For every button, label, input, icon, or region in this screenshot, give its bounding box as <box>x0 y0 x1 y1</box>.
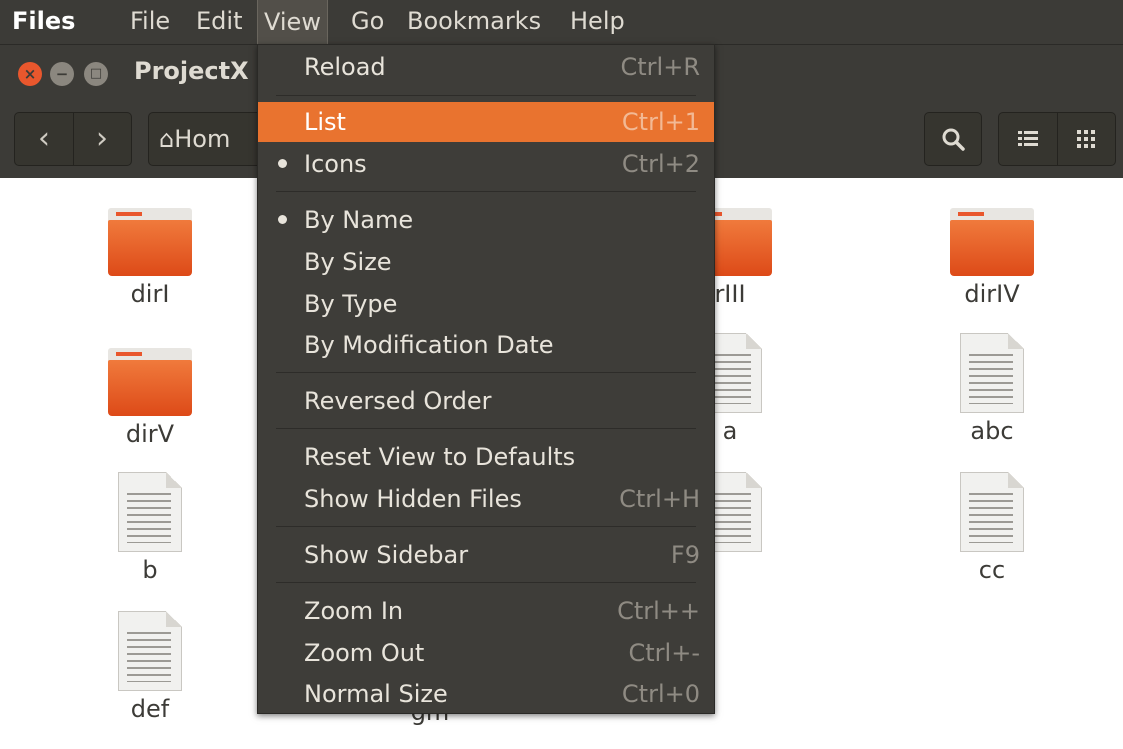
file-name: cc <box>978 556 1006 584</box>
back-button[interactable]: ‹ <box>15 113 74 165</box>
list-view-icon <box>1018 131 1038 146</box>
menu-go[interactable]: Go <box>351 7 384 35</box>
search-button[interactable] <box>924 112 982 166</box>
menu-item-normal-size[interactable]: Normal Size Ctrl+0 <box>258 674 714 714</box>
menu-item-label: Show Sidebar <box>304 541 469 569</box>
home-icon: ⌂ <box>159 125 175 153</box>
document-item[interactable]: cc <box>922 472 1062 584</box>
folder-icon <box>950 208 1034 276</box>
app-name: Files <box>12 7 76 35</box>
menu-item-icons[interactable]: Icons Ctrl+2 <box>258 144 714 184</box>
folder-item[interactable]: dirI <box>80 208 220 308</box>
menu-bookmarks[interactable]: Bookmarks <box>407 7 541 35</box>
menu-edit[interactable]: Edit <box>196 7 242 35</box>
folder-icon <box>108 348 192 416</box>
menu-item-shortcut: Ctrl+R <box>620 53 701 81</box>
document-icon <box>960 333 1024 413</box>
menu-item-zoom-in[interactable]: Zoom In Ctrl++ <box>258 591 714 631</box>
menu-item-shortcut: Ctrl+0 <box>621 680 700 708</box>
top-menubar: Files File Edit View Go Bookmarks Help <box>0 0 1123 44</box>
document-item[interactable]: b <box>80 472 220 584</box>
document-item[interactable]: abc <box>922 333 1062 445</box>
menu-item-by-size[interactable]: By Size <box>258 242 714 282</box>
list-view-button[interactable] <box>999 113 1058 165</box>
file-name: dirV <box>125 420 175 448</box>
menu-file[interactable]: File <box>130 7 170 35</box>
menu-item-list[interactable]: List Ctrl+1 <box>258 102 714 142</box>
file-name: abc <box>970 417 1014 445</box>
menu-item-shortcut: F9 <box>670 541 700 569</box>
radio-bullet-icon <box>278 215 287 224</box>
document-icon <box>118 472 182 552</box>
menu-item-label: Zoom Out <box>304 639 425 667</box>
menu-item-by-type[interactable]: By Type <box>258 284 714 324</box>
close-window-button[interactable]: × <box>18 62 42 86</box>
file-name: def <box>130 695 170 723</box>
menu-item-shortcut: Ctrl+2 <box>621 150 700 178</box>
grid-view-button[interactable] <box>1057 113 1115 165</box>
view-mode-buttons <box>998 112 1116 166</box>
menu-item-show-sidebar[interactable]: Show Sidebar F9 <box>258 535 714 575</box>
menu-item-label: Show Hidden Files <box>304 485 522 513</box>
menu-separator <box>276 526 696 527</box>
menu-item-shortcut: Ctrl++ <box>617 597 700 625</box>
menu-item-reversed-order[interactable]: Reversed Order <box>258 381 714 421</box>
menu-view[interactable]: View <box>257 0 328 44</box>
menu-item-show-hidden-files[interactable]: Show Hidden Files Ctrl+H <box>258 479 714 519</box>
menu-item-by-modification-date[interactable]: By Modification Date <box>258 325 714 365</box>
window-title: ProjectX <box>134 57 249 85</box>
menu-separator <box>276 428 696 429</box>
forward-button[interactable]: › <box>73 113 131 165</box>
menu-item-reset-view[interactable]: Reset View to Defaults <box>258 437 714 477</box>
menu-separator <box>276 372 696 373</box>
navigation-buttons: ‹ › <box>14 112 132 166</box>
menu-item-label: Reload <box>304 53 386 81</box>
view-menu-dropdown: Reload Ctrl+R List Ctrl+1 Icons Ctrl+2 B… <box>257 44 715 714</box>
folder-item[interactable]: dirIV <box>922 208 1062 308</box>
menu-separator <box>276 191 696 192</box>
path-home-label: Hom <box>174 125 231 153</box>
menu-separator <box>276 582 696 583</box>
file-name: b <box>142 556 158 584</box>
maximize-window-button[interactable]: □ <box>84 62 108 86</box>
menu-item-label: List <box>304 108 346 136</box>
menu-item-label: Zoom In <box>304 597 404 625</box>
menu-item-shortcut: Ctrl+H <box>619 485 700 513</box>
document-item[interactable]: def <box>80 611 220 723</box>
folder-item[interactable]: dirV <box>80 348 220 448</box>
menu-help[interactable]: Help <box>570 7 625 35</box>
menu-item-label: Reset View to Defaults <box>304 443 576 471</box>
menu-item-label: By Name <box>304 206 414 234</box>
menu-item-reload[interactable]: Reload Ctrl+R <box>258 47 714 87</box>
document-icon <box>960 472 1024 552</box>
menu-separator <box>276 95 696 96</box>
radio-bullet-icon <box>278 159 287 168</box>
menu-item-zoom-out[interactable]: Zoom Out Ctrl+- <box>258 633 714 673</box>
search-icon <box>942 128 965 151</box>
menu-item-label: Icons <box>304 150 367 178</box>
menu-item-shortcut: Ctrl+1 <box>621 108 700 136</box>
document-icon <box>118 611 182 691</box>
path-home-button[interactable]: ⌂Hom <box>148 112 268 166</box>
menu-item-by-name[interactable]: By Name <box>258 200 714 240</box>
file-name: dirIV <box>964 280 1020 308</box>
menu-item-label: By Type <box>304 290 398 318</box>
menu-item-shortcut: Ctrl+- <box>628 639 700 667</box>
grid-view-icon <box>1077 130 1095 148</box>
menu-item-label: Reversed Order <box>304 387 492 415</box>
folder-icon <box>108 208 192 276</box>
menu-item-label: Normal Size <box>304 680 448 708</box>
minimize-window-button[interactable]: − <box>50 62 74 86</box>
menu-item-label: By Modification Date <box>304 331 554 359</box>
file-name: dirI <box>130 280 170 308</box>
menu-item-label: By Size <box>304 248 392 276</box>
